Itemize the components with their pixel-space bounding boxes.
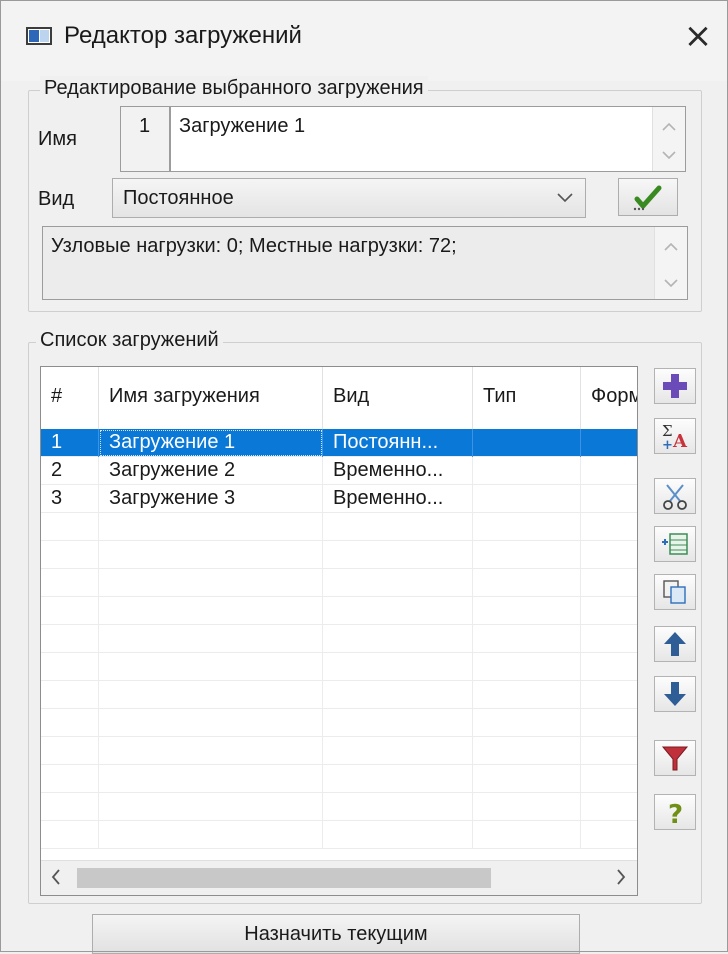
copy-button[interactable] <box>654 574 696 610</box>
table-row[interactable]: 1 Загружение 1 Постоянн... <box>41 429 637 457</box>
row-name: Загружение 1 <box>99 429 323 457</box>
edit-group-legend: Редактирование выбранного загружения <box>40 76 428 100</box>
filter-icon <box>661 746 689 771</box>
row-kind <box>473 485 581 513</box>
empty-row <box>41 821 637 849</box>
load-type-value: Постоянное <box>123 187 234 209</box>
scissors-icon <box>663 484 687 510</box>
type-label: Вид <box>38 188 75 210</box>
column-header-kind[interactable]: Тип <box>473 367 581 429</box>
name-label: Имя <box>38 128 77 150</box>
scroll-down-icon[interactable] <box>662 151 676 159</box>
row-number: 1 <box>41 429 99 457</box>
row-name: Загружение 3 <box>99 485 323 513</box>
svg-text:+: + <box>662 438 673 451</box>
empty-row <box>41 541 637 569</box>
load-name-textarea[interactable]: Загружение 1 <box>170 106 686 172</box>
row-type: Постоянн... <box>323 429 473 457</box>
cut-button[interactable] <box>654 478 696 514</box>
scroll-up-icon[interactable] <box>664 243 678 251</box>
help-button[interactable]: ? <box>654 794 696 830</box>
help-icon: ? <box>668 800 683 827</box>
svg-text:?: ? <box>668 800 683 827</box>
scroll-up-icon[interactable] <box>662 123 676 131</box>
empty-row <box>41 709 637 737</box>
add-icon <box>663 374 687 398</box>
empty-row <box>41 765 637 793</box>
load-name-value: Загружение 1 <box>179 115 306 137</box>
filter-button[interactable] <box>654 740 696 776</box>
empty-row <box>41 793 637 821</box>
arrow-up-icon <box>664 632 686 656</box>
copy-icon <box>663 580 686 604</box>
name-scrollbar[interactable] <box>652 107 685 171</box>
row-number: 2 <box>41 457 99 485</box>
sum-loads-button[interactable]: Σ + A <box>654 418 696 454</box>
add-load-button[interactable] <box>654 368 696 404</box>
loads-table[interactable]: # Имя загружения Вид Тип Форм 1 Загружен… <box>40 366 638 896</box>
checkmark-icon <box>633 185 662 211</box>
table-row[interactable]: 3 Загружение 3 Временно... <box>41 485 637 513</box>
list-group-legend: Список загружений <box>36 328 223 352</box>
move-down-button[interactable] <box>654 676 696 712</box>
empty-row <box>41 513 637 541</box>
table-header: # Имя загружения Вид Тип Форм <box>41 367 637 430</box>
column-header-name[interactable]: Имя загружения <box>99 367 323 429</box>
empty-row <box>41 737 637 765</box>
table-row[interactable]: 2 Загружение 2 Временно... <box>41 457 637 485</box>
scrollbar-thumb[interactable] <box>77 868 491 888</box>
apply-button[interactable] <box>618 178 678 216</box>
row-name: Загружение 2 <box>99 457 323 485</box>
insert-row-icon <box>662 533 688 555</box>
loads-info-textarea[interactable]: Узловые нагрузки: 0; Местные нагрузки: 7… <box>42 226 688 300</box>
move-up-button[interactable] <box>654 626 696 662</box>
row-form <box>581 485 637 513</box>
empty-row <box>41 597 637 625</box>
scroll-left-icon[interactable] <box>51 869 61 885</box>
insert-row-button[interactable] <box>654 526 696 562</box>
horizontal-scrollbar[interactable] <box>41 860 637 895</box>
row-number: 3 <box>41 485 99 513</box>
row-type: Временно... <box>323 485 473 513</box>
window-title: Редактор загружений <box>64 22 302 49</box>
info-scrollbar[interactable] <box>654 227 687 299</box>
row-kind <box>473 429 581 457</box>
row-type: Временно... <box>323 457 473 485</box>
column-header-number[interactable]: # <box>41 367 99 429</box>
svg-text:A: A <box>672 431 688 451</box>
empty-row <box>41 653 637 681</box>
chevron-down-icon <box>557 193 573 203</box>
arrow-down-icon <box>664 682 686 706</box>
scroll-right-icon[interactable] <box>616 869 626 885</box>
loads-info-text: Узловые нагрузки: 0; Местные нагрузки: 7… <box>51 235 457 257</box>
column-header-type[interactable]: Вид <box>323 367 473 429</box>
assign-current-button[interactable]: Назначить текущим <box>92 914 580 954</box>
sum-loads-icon: Σ + A <box>662 422 688 451</box>
load-number-field: 1 <box>120 106 170 172</box>
row-kind <box>473 457 581 485</box>
close-button[interactable]: × <box>678 16 718 56</box>
column-header-form[interactable]: Форм <box>581 367 637 429</box>
scroll-down-icon[interactable] <box>664 279 678 287</box>
row-form <box>581 457 637 485</box>
load-type-select[interactable]: Постоянное <box>112 178 586 218</box>
empty-row <box>41 625 637 653</box>
app-icon <box>26 27 52 45</box>
empty-row <box>41 569 637 597</box>
row-form <box>581 429 637 457</box>
empty-row <box>41 681 637 709</box>
